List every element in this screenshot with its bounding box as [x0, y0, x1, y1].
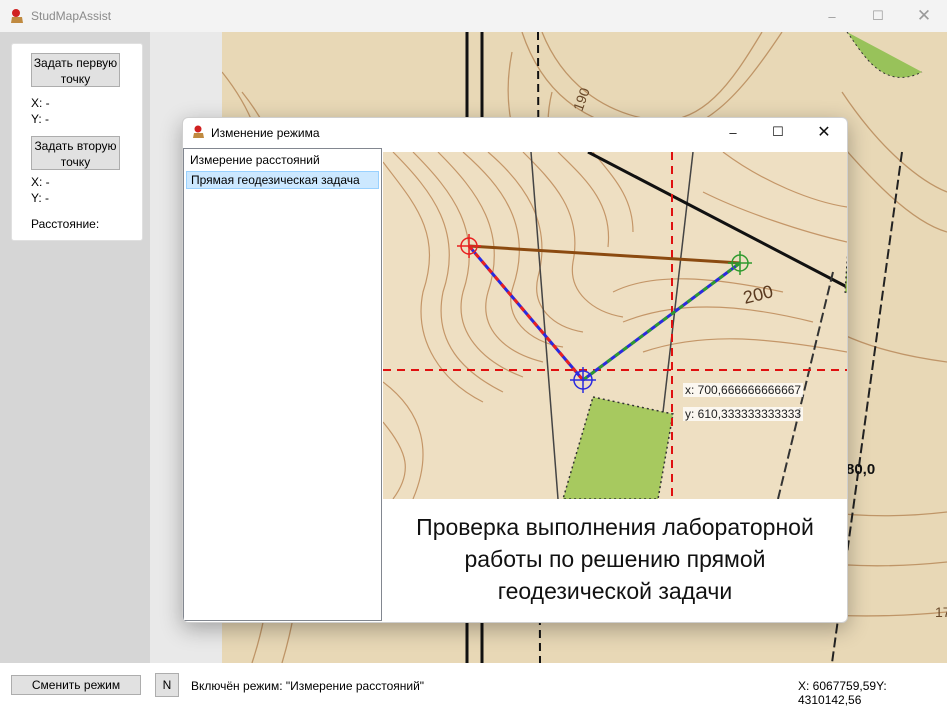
window-title: StudMapAssist: [31, 9, 112, 23]
first-point-x: X: -: [31, 96, 50, 110]
svg-text:17: 17: [935, 604, 947, 620]
mode-list[interactable]: Измерение расстояний Прямая геодезическа…: [183, 148, 382, 621]
mode-preview-image: 200 x: 700,666666666667 y: 610,333333333…: [383, 152, 847, 499]
dialog-title: Изменение режима: [211, 126, 320, 140]
minimize-button[interactable]: –: [809, 0, 855, 32]
dialog-minimize-button[interactable]: –: [710, 118, 756, 146]
preview-coord-y: y: 610,333333333333: [683, 407, 804, 421]
set-second-point-button[interactable]: Задать вторую точку: [31, 136, 120, 170]
change-mode-dialog: Изменение режима – ☐ ✕ Измерение расстоя…: [182, 117, 848, 623]
dialog-close-button[interactable]: ✕: [801, 118, 847, 146]
maximize-button[interactable]: ☐: [855, 0, 901, 32]
mode-item-distance[interactable]: Измерение расстояний: [186, 151, 379, 169]
dialog-maximize-button[interactable]: ☐: [755, 118, 801, 146]
preview-map: 200: [383, 152, 847, 499]
change-mode-button[interactable]: Сменить режим: [11, 675, 141, 695]
first-point-y: Y: -: [31, 112, 50, 126]
mode-description: Проверка выполнения лабораторной работы …: [416, 514, 814, 604]
svg-text:80,0: 80,0: [846, 461, 875, 478]
north-button[interactable]: N: [155, 673, 179, 697]
title-bar: StudMapAssist – ☐ ✕: [0, 0, 947, 32]
second-point-x: X: -: [31, 175, 50, 189]
set-first-point-button[interactable]: Задать первую точку: [31, 53, 120, 87]
mode-status-text: Включён режим: "Измерение расстояний": [191, 679, 425, 693]
mode-item-geodetic-task[interactable]: Прямая геодезическая задача: [186, 171, 379, 189]
distance-label: Расстояние:: [31, 217, 100, 231]
preview-coord-x: x: 700,666666666667: [683, 383, 804, 397]
second-point-y: Y: -: [31, 191, 50, 205]
dialog-app-icon: [193, 125, 204, 138]
app-icon: [11, 9, 23, 23]
close-button[interactable]: ✕: [901, 0, 947, 32]
